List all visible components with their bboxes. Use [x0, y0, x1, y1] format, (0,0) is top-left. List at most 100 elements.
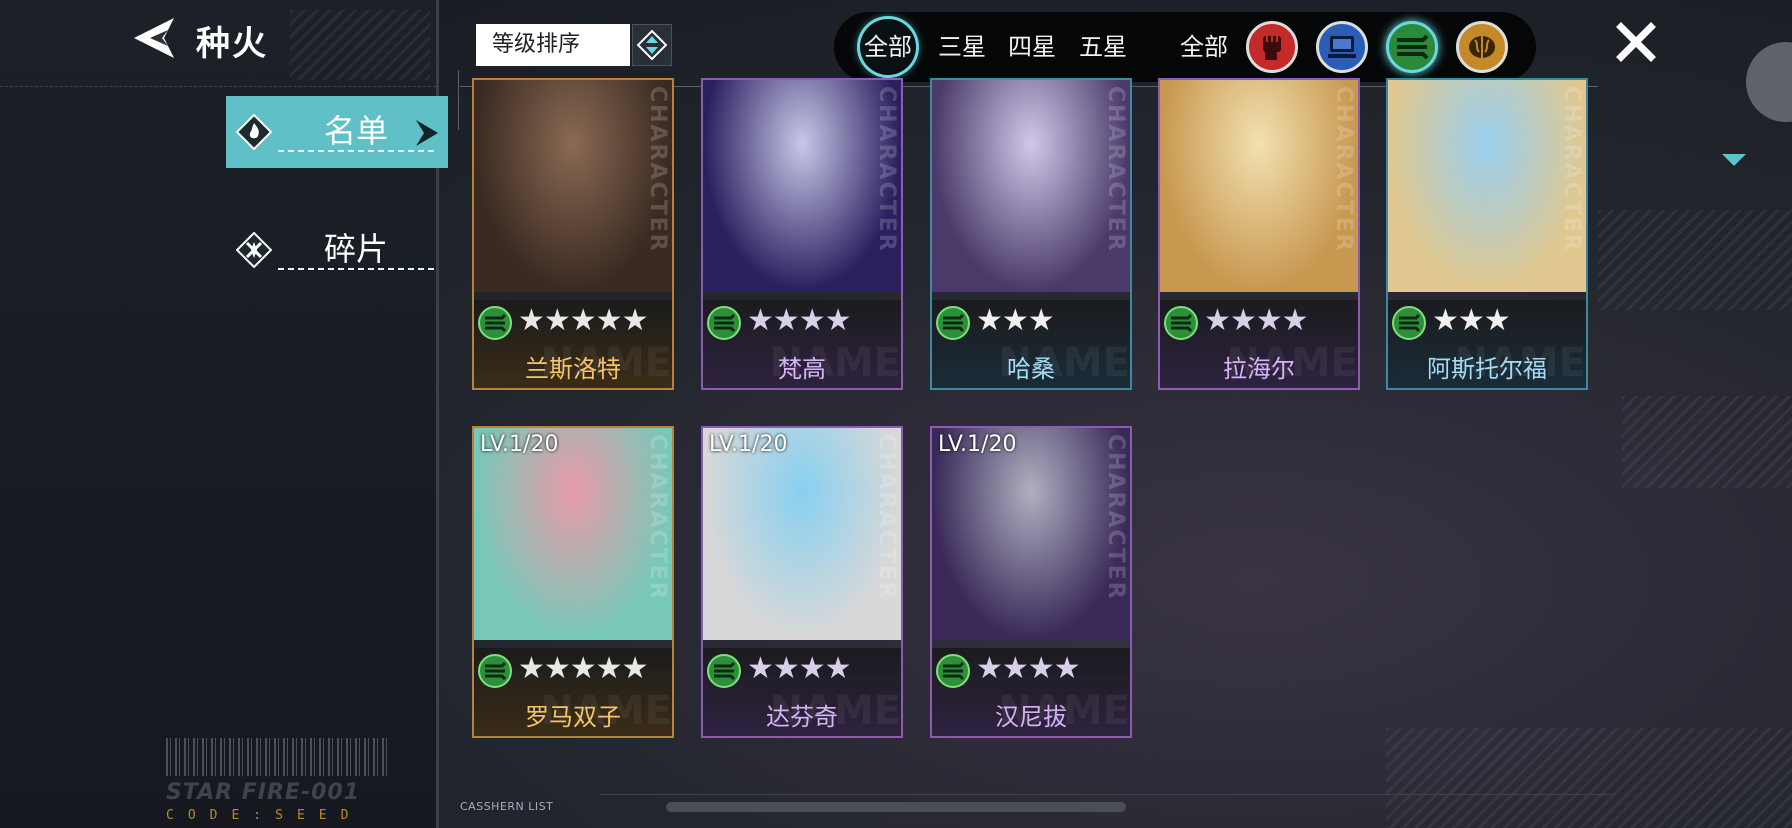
computer-icon — [1328, 36, 1356, 58]
character-portrait — [703, 428, 901, 640]
sidebar-item-label: 名单 — [323, 112, 388, 150]
character-portrait — [1388, 80, 1586, 292]
filter-rarity-3star[interactable]: 三星 — [938, 12, 986, 82]
character-portrait — [474, 428, 672, 640]
filter-type-strength[interactable] — [1246, 21, 1298, 73]
speed-lines-icon — [478, 654, 512, 688]
speed-lines-icon — [936, 306, 970, 340]
fist-icon — [1263, 36, 1281, 60]
star-rating: ★★★★★ — [518, 303, 648, 338]
label-underline — [278, 268, 434, 270]
hatch-decoration — [290, 10, 430, 80]
sidebar-item-roster[interactable]: 名单 — [226, 96, 448, 168]
marker-triangle — [1722, 154, 1746, 166]
hatch-decoration — [1622, 396, 1792, 488]
character-name: 哈桑 — [1007, 355, 1055, 383]
code-top-text: STAR FIRE-001 — [166, 780, 361, 805]
filter-type-tech[interactable] — [1316, 21, 1368, 73]
card-info-panel: ★★★★★ NAME 罗马双子 — [474, 648, 672, 736]
star-rating: ★★★★ — [1204, 303, 1309, 338]
bottom-rule — [600, 794, 1614, 795]
card-info-panel: ★★★★★ NAME 兰斯洛特 — [474, 300, 672, 388]
character-name: 兰斯洛特 — [525, 355, 621, 383]
character-card[interactable]: CHARACTER ★★★★ NAME 梵高 — [701, 78, 903, 390]
card-watermark: CHARACTER — [645, 86, 670, 253]
filter-rarity-4star[interactable]: 四星 — [1008, 12, 1056, 82]
character-card[interactable]: CHARACTER ★★★★ NAME 拉海尔 — [1158, 78, 1360, 390]
shard-diamond-icon — [236, 232, 272, 268]
character-name: 拉海尔 — [1223, 355, 1295, 383]
character-portrait — [474, 80, 672, 292]
card-info-panel: ★★★ NAME 阿斯托尔福 — [1388, 300, 1586, 388]
card-info-panel: ★★★★ NAME 梵高 — [703, 300, 901, 388]
star-rating: ★★★★ — [976, 651, 1081, 686]
filter-bar: 全部 三星 四星 五星 全部 — [834, 12, 1536, 82]
character-portrait — [932, 428, 1130, 640]
list-label: CASSHERN LIST — [460, 800, 554, 813]
filter-type-intellect[interactable] — [1456, 21, 1508, 73]
barcode-decoration — [166, 738, 388, 776]
character-level: LV.1/20 — [938, 432, 1017, 457]
character-card[interactable]: CHARACTER ★★★ NAME 哈桑 — [930, 78, 1132, 390]
character-card[interactable]: CHARACTER ★★★★★ NAME 兰斯洛特 — [472, 78, 674, 390]
card-watermark: CHARACTER — [1103, 434, 1128, 601]
close-button[interactable] — [1616, 22, 1656, 62]
flame-diamond-icon — [236, 114, 272, 150]
character-portrait — [1160, 80, 1358, 292]
hatch-decoration — [1386, 728, 1792, 828]
card-info-panel: ★★★★ NAME 拉海尔 — [1160, 300, 1358, 388]
filter-type-agility[interactable] — [1386, 21, 1438, 73]
speed-lines-icon — [1164, 306, 1198, 340]
card-info-panel: ★★★★ NAME 达芬奇 — [703, 648, 901, 736]
sidebar-item-shards[interactable]: 碎片 — [226, 214, 448, 286]
character-name: 梵高 — [778, 355, 826, 383]
character-portrait — [703, 80, 901, 292]
star-rating: ★★★ — [976, 303, 1055, 338]
page-title: 种火 — [196, 24, 268, 64]
filter-rarity-5star[interactable]: 五星 — [1079, 12, 1127, 82]
card-watermark: CHARACTER — [874, 434, 899, 601]
speed-lines-icon — [936, 654, 970, 688]
card-watermark: CHARACTER — [645, 434, 670, 601]
character-level: LV.1/20 — [709, 432, 788, 457]
sidebar-item-label: 碎片 — [323, 230, 388, 268]
card-watermark: CHARACTER — [1103, 86, 1128, 253]
speed-lines-icon — [478, 306, 512, 340]
character-level: LV.1/20 — [480, 432, 559, 457]
character-name: 罗马双子 — [525, 703, 621, 731]
hatch-decoration — [1598, 210, 1792, 310]
star-rating: ★★★ — [1432, 303, 1511, 338]
character-name: 阿斯托尔福 — [1427, 355, 1547, 383]
back-button[interactable] — [128, 16, 176, 60]
brain-icon — [1469, 36, 1495, 58]
card-watermark: CHARACTER — [1331, 86, 1356, 253]
card-info-panel: ★★★ NAME 哈桑 — [932, 300, 1130, 388]
speed-lines-icon — [707, 306, 741, 340]
star-rating: ★★★★★ — [518, 651, 648, 686]
character-card[interactable]: CHARACTER LV.1/20 ★★★★★ NAME 罗马双子 — [472, 426, 674, 738]
card-watermark: CHARACTER — [874, 86, 899, 253]
code-bottom-text: CODE:SEED — [166, 808, 363, 823]
character-card[interactable]: CHARACTER LV.1/20 ★★★★ NAME 达芬奇 — [701, 426, 903, 738]
card-watermark: CHARACTER — [1559, 86, 1584, 253]
card-info-panel: ★★★★ NAME 汉尼拔 — [932, 648, 1130, 736]
character-portrait — [932, 80, 1130, 292]
star-rating: ★★★★ — [747, 303, 852, 338]
filter-rarity-all[interactable]: 全部 — [860, 19, 916, 75]
close-icon — [1616, 22, 1656, 62]
horizontal-scrollbar[interactable] — [666, 802, 1126, 812]
sort-dropdown[interactable]: 等级排序 — [476, 24, 630, 66]
sort-diamond-icon — [636, 29, 668, 61]
character-card[interactable]: CHARACTER ★★★ NAME 阿斯托尔福 — [1386, 78, 1588, 390]
character-card[interactable]: CHARACTER LV.1/20 ★★★★ NAME 汉尼拔 — [930, 426, 1132, 738]
back-arrow-icon — [134, 18, 174, 58]
side-drawer-button[interactable] — [1746, 42, 1792, 122]
label-underline — [278, 150, 434, 152]
sort-order-button[interactable] — [632, 24, 672, 66]
star-rating: ★★★★ — [747, 651, 852, 686]
filter-type-all[interactable]: 全部 — [1180, 12, 1228, 82]
speed-lines-icon — [1392, 306, 1426, 340]
speed-lines-icon — [1397, 34, 1429, 60]
character-name: 达芬奇 — [766, 703, 838, 731]
chevron-right-icon — [416, 120, 438, 146]
